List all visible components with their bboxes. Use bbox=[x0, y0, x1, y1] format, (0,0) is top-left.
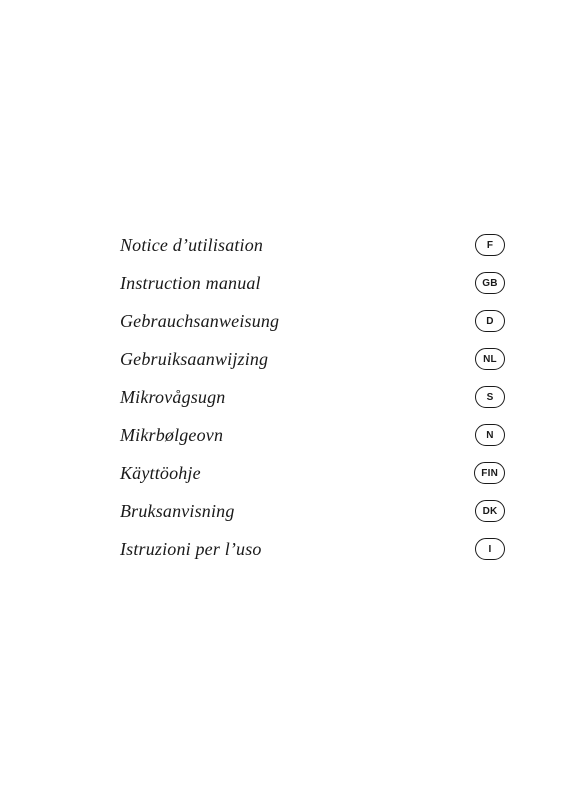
item-label: Bruksanvisning bbox=[120, 501, 235, 522]
list-item: Bruksanvisning DK bbox=[120, 500, 505, 522]
item-badge: S bbox=[475, 386, 505, 408]
list-item: Gebrauchsanweisung D bbox=[120, 310, 505, 332]
item-badge: DK bbox=[475, 500, 505, 522]
item-label: Käyttöohje bbox=[120, 463, 201, 484]
list-item: Käyttöohje FIN bbox=[120, 462, 505, 484]
main-page: Notice d’utilisation F Instruction manual G… bbox=[0, 0, 565, 800]
item-badge: NL bbox=[475, 348, 505, 370]
item-label: Istruzioni per l’uso bbox=[120, 539, 262, 560]
item-badge: FIN bbox=[474, 462, 505, 484]
item-badge: N bbox=[475, 424, 505, 446]
item-badge: GB bbox=[475, 272, 505, 294]
item-label: Notice d’utilisation bbox=[120, 235, 263, 256]
item-label: Gebruiksaanwijzing bbox=[120, 349, 268, 370]
list-item: Mikrbølgeovn N bbox=[120, 424, 505, 446]
list-item: Instruction manual GB bbox=[120, 272, 505, 294]
list-item: Notice d’utilisation F bbox=[120, 234, 505, 256]
item-label: Mikrovågsugn bbox=[120, 387, 225, 408]
item-label: Mikrbølgeovn bbox=[120, 425, 223, 446]
item-label: Instruction manual bbox=[120, 273, 261, 294]
list-item: Gebruiksaanwijzing NL bbox=[120, 348, 505, 370]
item-badge: D bbox=[475, 310, 505, 332]
list-item: Mikrovågsugn S bbox=[120, 386, 505, 408]
item-badge: I bbox=[475, 538, 505, 560]
list-item: Istruzioni per l’uso I bbox=[120, 538, 505, 560]
item-badge: F bbox=[475, 234, 505, 256]
item-label: Gebrauchsanweisung bbox=[120, 311, 279, 332]
